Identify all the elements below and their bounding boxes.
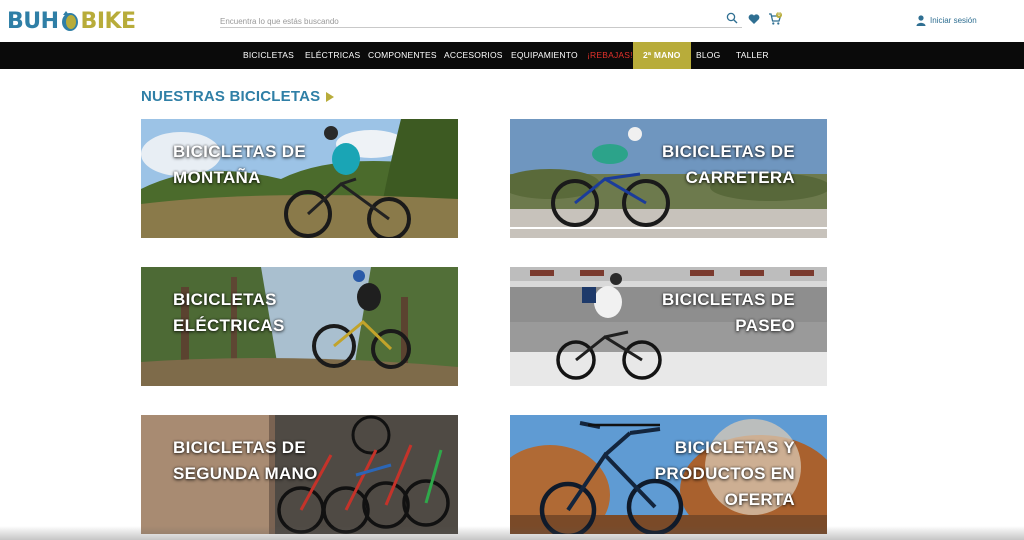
category-card-oferta[interactable]: BICICLETAS Y PRODUCTOS EN OFERTA — [510, 415, 827, 534]
owl-logo-icon — [61, 11, 78, 31]
nav-item-componentes[interactable]: COMPONENTES — [368, 42, 437, 69]
search-icon[interactable] — [726, 12, 738, 24]
main-nav: BICICLETAS ELÉCTRICAS COMPONENTES ACCESO… — [0, 42, 1024, 69]
nav-item-accesorios[interactable]: ACCESORIOS — [444, 42, 503, 69]
login-link[interactable]: Iniciar sesión — [916, 15, 977, 26]
section-title: NUESTRAS BICICLETAS — [141, 88, 335, 105]
wishlist-heart-icon[interactable] — [748, 13, 760, 25]
nav-item-bicicletas[interactable]: BICICLETAS — [243, 42, 294, 69]
user-icon — [916, 15, 926, 26]
category-card-montana[interactable]: BICICLETAS DE MONTAÑA — [141, 119, 458, 238]
category-card-carretera[interactable]: BICICLETAS DE CARRETERA — [510, 119, 827, 238]
page-bottom-shadow — [0, 526, 1024, 540]
category-label: BICICLETAS DE SEGUNDA MANO — [173, 438, 318, 483]
nav-item-electricas[interactable]: ELÉCTRICAS — [305, 42, 360, 69]
login-label: Iniciar sesión — [930, 16, 977, 25]
category-label: BICICLETAS ELÉCTRICAS — [173, 290, 285, 335]
category-card-electricas[interactable]: BICICLETAS ELÉCTRICAS — [141, 267, 458, 386]
category-label: BICICLETAS DE PASEO — [662, 290, 795, 335]
nav-item-taller[interactable]: TALLER — [736, 42, 769, 69]
category-label: BICICLETAS DE MONTAÑA — [173, 142, 306, 187]
nav-item-blog[interactable]: BLOG — [696, 42, 720, 69]
category-card-segunda-mano[interactable]: BICICLETAS DE SEGUNDA MANO — [141, 415, 458, 534]
nav-item-equipamiento[interactable]: EQUIPAMIENTO — [511, 42, 578, 69]
site-header: BUH BIKE 0 Iniciar sesión — [0, 0, 1024, 42]
nav-item-rebajas[interactable]: ¡REBAJAS! — [587, 42, 633, 69]
arrow-right-icon — [326, 91, 335, 102]
category-label: BICICLETAS DE CARRETERA — [662, 142, 795, 187]
category-card-paseo[interactable]: BICICLETAS DE PASEO — [510, 267, 827, 386]
search-input[interactable] — [220, 13, 715, 30]
category-label: BICICLETAS Y PRODUCTOS EN OFERTA — [654, 438, 795, 509]
section-title-text: NUESTRAS BICICLETAS — [141, 88, 321, 105]
site-logo[interactable]: BUH BIKE — [7, 7, 136, 35]
nav-item-segunda-mano[interactable]: 2ª MANO — [633, 42, 691, 69]
search-bar — [220, 11, 742, 30]
cart-count-badge: 0 — [776, 12, 782, 18]
